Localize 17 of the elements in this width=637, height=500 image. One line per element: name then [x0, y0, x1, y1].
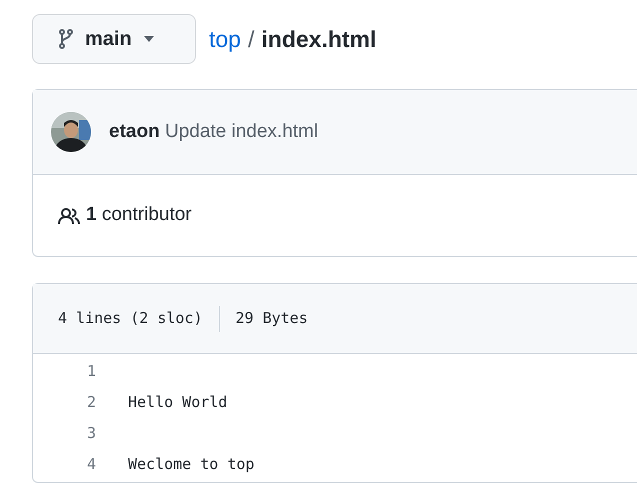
file-name: index.html — [261, 24, 376, 54]
people-icon — [58, 206, 80, 224]
contributors-count: 1 contributor — [86, 203, 192, 228]
code-line: Weclome to top — [128, 454, 254, 476]
line-number: 3 — [86, 423, 96, 444]
path-separator: / — [248, 24, 254, 54]
file-size: 29 Bytes — [236, 308, 308, 330]
code-line: Hello World — [128, 392, 228, 414]
line-count: 4 lines (2 sloc) — [58, 308, 202, 330]
line-number: 2 — [86, 392, 96, 414]
line-number: 4 — [86, 454, 96, 476]
branch-icon — [59, 29, 73, 49]
caret-icon — [144, 36, 154, 42]
commit-message: etaon Update index.html — [109, 120, 318, 144]
repo-link[interactable]: top — [209, 22, 241, 56]
line-number: 1 — [86, 361, 96, 382]
branch-button[interactable]: main — [32, 14, 196, 64]
